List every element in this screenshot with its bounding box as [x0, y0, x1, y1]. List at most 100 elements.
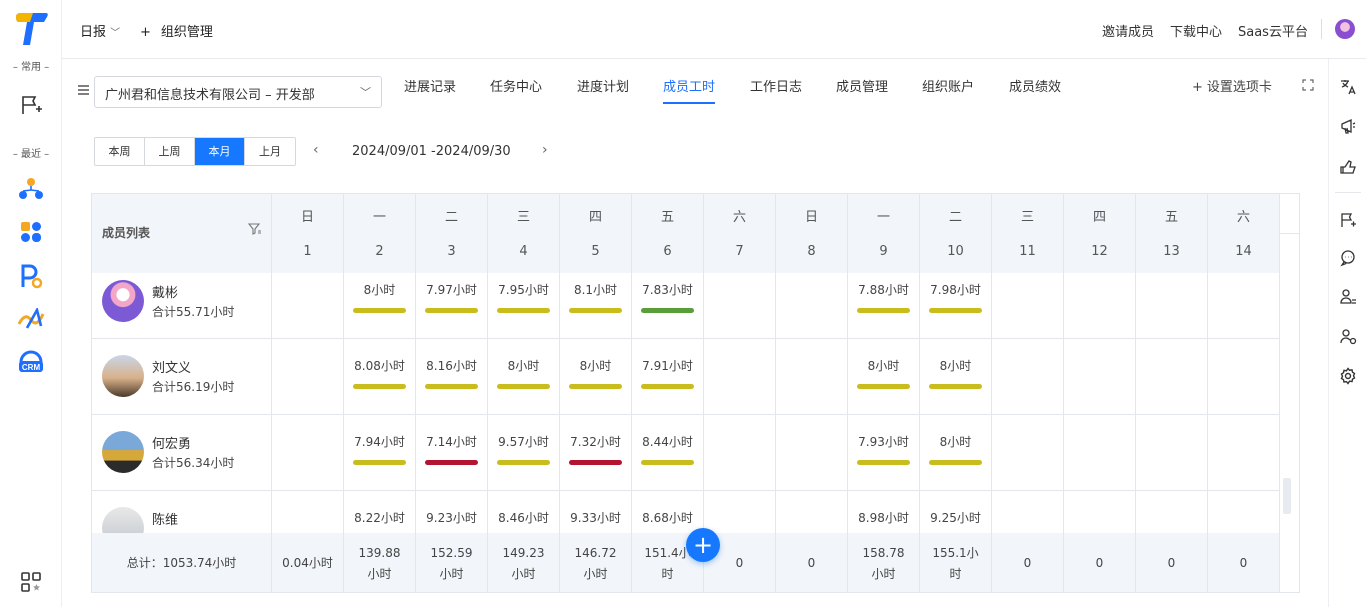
hours-cell[interactable] [992, 339, 1064, 415]
daily-report-menu[interactable]: 日报 ﹀ [80, 21, 120, 40]
last-month-button[interactable]: 上月 [245, 138, 295, 165]
hours-cell[interactable] [272, 273, 344, 339]
member-row[interactable]: 戴彬 合计55.71小时 [92, 273, 272, 339]
day-total: 0 [776, 533, 848, 592]
day-number: 7 [735, 244, 744, 259]
p-app-icon[interactable] [17, 262, 45, 290]
last-week-button[interactable]: 上周 [145, 138, 195, 165]
hours-cell[interactable]: 7.32小时 [560, 415, 632, 491]
link-app-icon[interactable] [17, 305, 45, 333]
weekday-label: 三 [1020, 210, 1034, 225]
hours-cell[interactable] [1136, 415, 1208, 491]
left-rail: – 常用 – – 最近 – CRM [0, 0, 62, 607]
hours-cell[interactable] [1208, 273, 1280, 339]
hours-bar [929, 460, 982, 465]
hours-cell[interactable]: 8小时 [920, 415, 992, 491]
hours-cell[interactable]: 8.16小时 [416, 339, 488, 415]
hours-cell[interactable]: 8小时 [344, 273, 416, 339]
hours-cell[interactable] [776, 339, 848, 415]
hours-cell[interactable]: 8小时 [560, 339, 632, 415]
member-row[interactable]: 刘文义 合计56.19小时 [92, 339, 272, 415]
hours-cell[interactable] [1064, 273, 1136, 339]
day-header: 五 13 [1136, 194, 1208, 273]
tab-progress-log[interactable]: 进展记录 [404, 76, 456, 95]
hours-cell[interactable] [704, 273, 776, 339]
hours-cell[interactable] [272, 415, 344, 491]
crm-icon[interactable]: CRM [17, 348, 45, 376]
user-settings-icon[interactable] [1338, 327, 1358, 347]
hours-cell[interactable] [1208, 415, 1280, 491]
thumbs-up-icon[interactable] [1338, 157, 1358, 177]
hours-cell[interactable] [776, 273, 848, 339]
hours-cell[interactable] [776, 415, 848, 491]
tab-work-log[interactable]: 工作日志 [750, 76, 802, 95]
saas-platform-link[interactable]: Saas云平台 [1238, 21, 1308, 40]
tab-task-center[interactable]: 任务中心 [490, 76, 542, 95]
tab-member-hours[interactable]: 成员工时 [663, 76, 716, 104]
hours-cell[interactable]: 9.57小时 [488, 415, 560, 491]
chevron-right-icon[interactable]: › [542, 142, 548, 158]
hours-cell[interactable]: 7.97小时 [416, 273, 488, 339]
chat-icon[interactable] [1338, 248, 1358, 268]
translate-icon[interactable] [1338, 77, 1358, 97]
this-week-button[interactable]: 本周 [95, 138, 145, 165]
tab-member-manage[interactable]: 成员管理 [836, 76, 888, 95]
hours-value: 8小时 [939, 435, 972, 449]
gear-icon[interactable] [1338, 366, 1358, 386]
hours-bar [929, 308, 982, 313]
hours-cell[interactable] [704, 339, 776, 415]
hours-cell[interactable]: 7.93小时 [848, 415, 920, 491]
tab-member-performance[interactable]: 成员绩效 [1009, 76, 1061, 95]
new-flag-icon[interactable] [1338, 210, 1358, 230]
grid-apps-icon[interactable] [17, 568, 45, 596]
hours-cell[interactable]: 7.98小时 [920, 273, 992, 339]
hours-cell[interactable] [1136, 339, 1208, 415]
user-stats-icon[interactable] [1338, 287, 1358, 307]
hours-cell[interactable] [992, 273, 1064, 339]
member-row[interactable]: 何宏勇 合计56.34小时 [92, 415, 272, 491]
hours-cell[interactable]: 7.14小时 [416, 415, 488, 491]
hours-cell[interactable] [272, 339, 344, 415]
hours-cell[interactable] [1064, 415, 1136, 491]
tab-schedule[interactable]: 进度计划 [577, 76, 629, 95]
hours-cell[interactable]: 8.44小时 [632, 415, 704, 491]
hours-cell[interactable]: 8.1小时 [560, 273, 632, 339]
day-header: 日8 [776, 194, 848, 273]
this-month-button[interactable]: 本月 [195, 138, 245, 165]
new-flag-icon[interactable] [17, 91, 45, 119]
hours-cell[interactable] [1136, 273, 1208, 339]
megaphone-icon[interactable] [1338, 117, 1358, 137]
add-button[interactable]: + [686, 528, 720, 562]
app-logo[interactable] [13, 12, 49, 46]
filter-icon[interactable] [247, 222, 262, 240]
settings-tab-button[interactable]: + 设置选项卡 [1192, 76, 1272, 95]
day-total: 146.72 小时 [560, 533, 632, 592]
vertical-scrollbar[interactable] [1283, 478, 1291, 514]
hours-cell[interactable] [1208, 339, 1280, 415]
download-center-link[interactable]: 下载中心 [1170, 21, 1222, 40]
apps-icon[interactable] [17, 218, 45, 246]
hours-cell[interactable] [992, 415, 1064, 491]
hours-cell[interactable]: 7.95小时 [488, 273, 560, 339]
user-avatar[interactable] [1335, 19, 1355, 39]
org-manage-link[interactable]: + 组织管理 [140, 21, 213, 40]
weekday-label: 四 [1092, 210, 1106, 225]
hours-cell[interactable]: 7.83小时 [632, 273, 704, 339]
hours-cell[interactable]: 8小时 [848, 339, 920, 415]
fullscreen-icon[interactable] [1302, 79, 1314, 91]
tab-org-account[interactable]: 组织账户 [922, 76, 974, 95]
hours-cell[interactable]: 7.91小时 [632, 339, 704, 415]
hours-cell[interactable]: 8小时 [920, 339, 992, 415]
hours-cell[interactable]: 7.94小时 [344, 415, 416, 491]
menu-icon[interactable] [78, 84, 89, 95]
hours-cell[interactable]: 8.08小时 [344, 339, 416, 415]
hours-cell[interactable]: 7.88小时 [848, 273, 920, 339]
org-select[interactable]: 广州君和信息技术有限公司 – 开发部 ﹀ [94, 76, 382, 108]
invite-members-link[interactable]: 邀请成员 [1102, 21, 1154, 40]
divider [1335, 192, 1361, 193]
hours-cell[interactable]: 8小时 [488, 339, 560, 415]
chevron-left-icon[interactable]: ‹ [313, 142, 319, 158]
hours-cell[interactable] [704, 415, 776, 491]
hours-cell[interactable] [1064, 339, 1136, 415]
org-structure-icon[interactable] [17, 175, 45, 203]
